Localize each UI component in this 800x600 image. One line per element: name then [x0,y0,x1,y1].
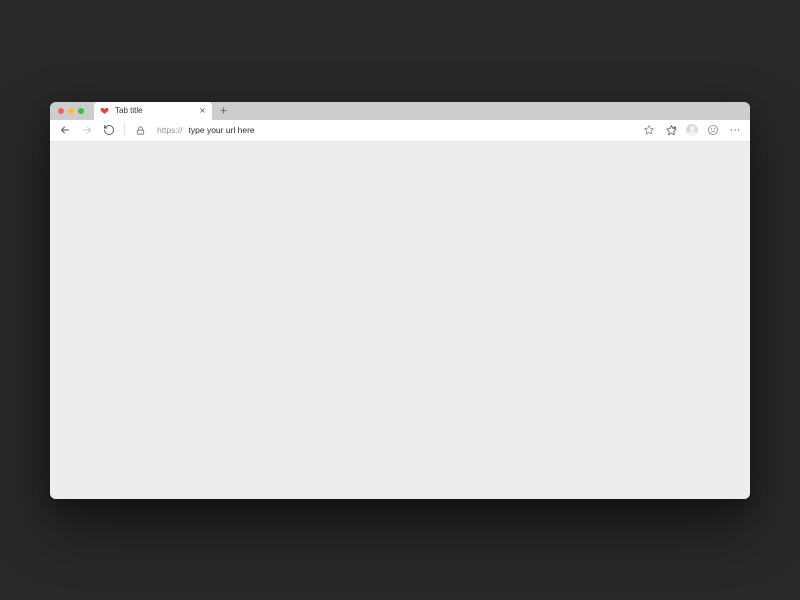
more-button[interactable] [728,123,742,137]
tab-title: Tab title [115,106,192,115]
browser-window: Tab title https://type your url [50,102,750,499]
feedback-button[interactable] [706,123,720,137]
url-text: type your url here [189,125,255,135]
active-tab[interactable]: Tab title [94,102,212,120]
window-minimize-button[interactable] [68,108,74,114]
forward-button[interactable] [80,123,94,137]
toolbar: https:// type your url here [50,120,750,142]
heart-icon [100,106,109,115]
toolbar-separator [124,123,125,137]
refresh-button[interactable] [102,123,116,137]
url-protocol: https:// [157,125,183,135]
lock-icon[interactable] [133,123,147,137]
toolbar-right-icons [642,123,742,137]
tab-close-button[interactable] [198,107,206,115]
tab-strip: Tab title [50,102,750,120]
window-controls [58,108,84,114]
favorites-list-button[interactable] [664,123,678,137]
new-tab-button[interactable] [216,104,230,118]
favorite-button[interactable] [642,123,656,137]
window-close-button[interactable] [58,108,64,114]
page-viewport[interactable] [50,142,750,499]
address-bar[interactable]: https:// type your url here [155,125,634,135]
window-maximize-button[interactable] [78,108,84,114]
profile-button[interactable] [686,124,698,136]
back-button[interactable] [58,123,72,137]
nav-buttons [58,123,116,137]
